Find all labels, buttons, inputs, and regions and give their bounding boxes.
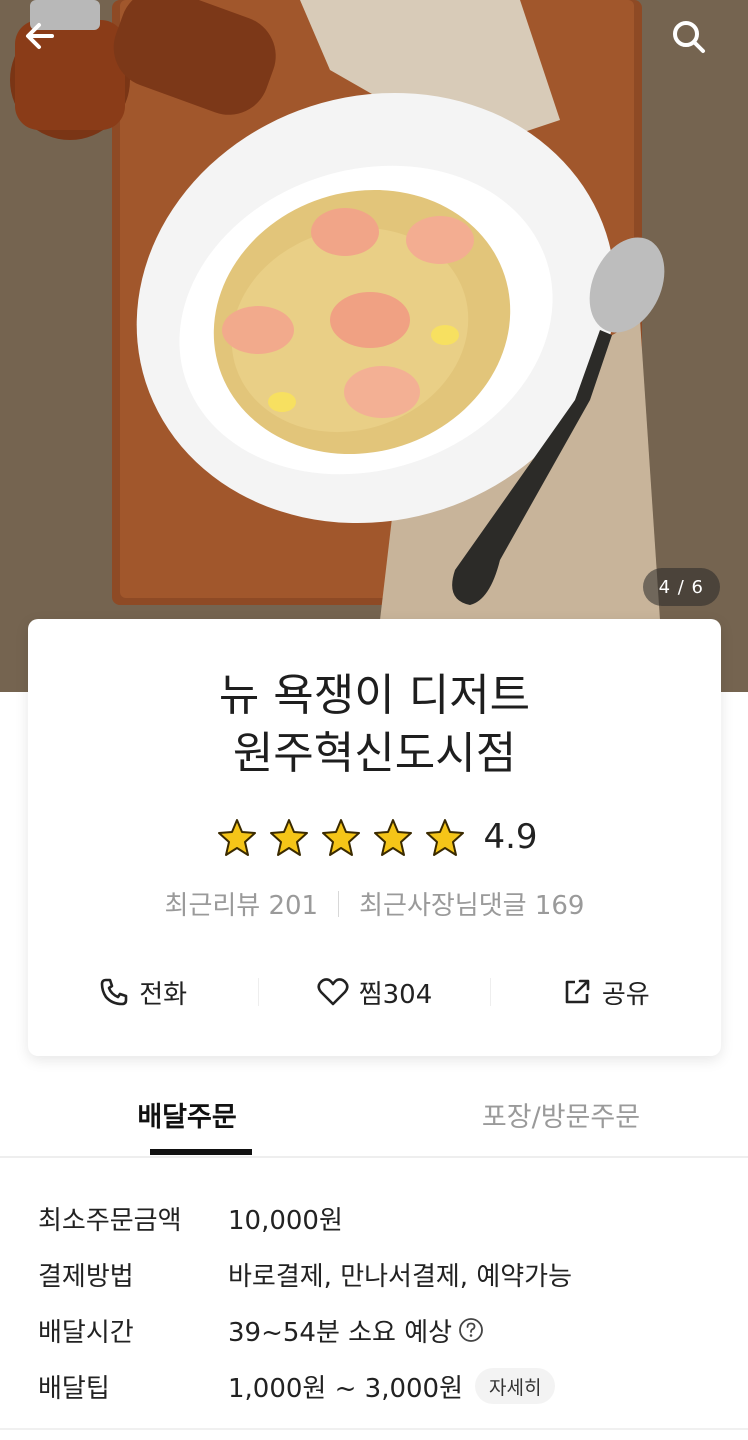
store-photo-carousel[interactable]: 4 / 6 bbox=[0, 0, 748, 692]
phone-icon bbox=[100, 978, 128, 1006]
order-type-tabs: 배달주문 포장/방문주문 bbox=[0, 1090, 748, 1158]
rating-value: 4.9 bbox=[483, 817, 538, 857]
share-icon bbox=[565, 979, 590, 1004]
heart-icon bbox=[317, 978, 349, 1006]
active-tab-indicator bbox=[150, 1149, 252, 1155]
delivery-details: 최소주문금액 10,000원 결제방법 바로결제, 만나서결제, 예약가능 배달… bbox=[38, 1190, 718, 1414]
store-name-line1: 뉴 욕쟁이 디저트 bbox=[218, 670, 531, 721]
fried-rice-photo bbox=[0, 0, 748, 692]
delivery-time-row: 배달시간 39~54분 소요 예상 bbox=[38, 1302, 718, 1358]
call-label: 전화 bbox=[139, 979, 188, 1010]
tab-delivery[interactable]: 배달주문 bbox=[0, 1090, 374, 1156]
favorite-button[interactable]: 찜304 bbox=[259, 974, 489, 1011]
delivery-tip-details-button[interactable]: 자세히 bbox=[475, 1368, 556, 1404]
delivery-time-value-wrap: 39~54분 소요 예상 bbox=[228, 1312, 484, 1349]
store-actions: 전화 찜304 공유 bbox=[28, 969, 721, 1015]
store-name: 뉴 욕쟁이 디저트 원주혁신도시점 bbox=[28, 667, 721, 783]
photo-counter: 4 / 6 bbox=[642, 568, 720, 606]
delivery-tip-row: 배달팁 1,000원 ~ 3,000원 자세히 bbox=[38, 1358, 718, 1414]
star-icon bbox=[218, 819, 257, 856]
search-button[interactable] bbox=[670, 18, 726, 74]
arrow-left-icon bbox=[26, 23, 54, 49]
recent-reviews-link[interactable]: 최근리뷰 201 bbox=[165, 885, 319, 922]
payment-label: 결제방법 bbox=[38, 1261, 134, 1292]
section-divider bbox=[0, 1428, 748, 1440]
store-info-card: 뉴 욕쟁이 디저트 원주혁신도시점 4.9 최근리뷰 201 최근사장님댓글 1… bbox=[28, 619, 721, 1056]
delivery-time-value: 39~54분 소요 예상 bbox=[228, 1317, 453, 1348]
rating-row: 4.9 bbox=[28, 813, 721, 861]
payment-value: 바로결제, 만나서결제, 예약가능 bbox=[228, 1261, 573, 1292]
share-button[interactable]: 공유 bbox=[491, 974, 721, 1011]
delivery-time-label: 배달시간 bbox=[38, 1317, 134, 1348]
payment-row: 결제방법 바로결제, 만나서결제, 예약가능 bbox=[38, 1246, 718, 1302]
review-stats: 최근리뷰 201 최근사장님댓글 169 bbox=[28, 885, 721, 922]
question-circle-icon[interactable] bbox=[458, 1317, 484, 1343]
tab-pickup[interactable]: 포장/방문주문 bbox=[374, 1090, 748, 1156]
delivery-tip-value-wrap: 1,000원 ~ 3,000원 자세히 bbox=[228, 1368, 556, 1405]
delivery-tip-label: 배달팁 bbox=[38, 1373, 110, 1404]
min-order-value: 10,000원 bbox=[228, 1205, 343, 1236]
star-icon bbox=[426, 819, 465, 856]
call-button[interactable]: 전화 bbox=[28, 974, 258, 1011]
divider bbox=[338, 890, 340, 917]
star-icon bbox=[322, 819, 361, 856]
share-label: 공유 bbox=[601, 979, 650, 1010]
star-icon bbox=[270, 819, 309, 856]
favorite-label: 찜304 bbox=[358, 979, 433, 1010]
back-button[interactable] bbox=[22, 18, 78, 74]
search-icon bbox=[673, 21, 705, 53]
store-name-line2: 원주혁신도시점 bbox=[232, 728, 517, 779]
delivery-tip-value: 1,000원 ~ 3,000원 bbox=[228, 1373, 464, 1404]
owner-replies-link[interactable]: 최근사장님댓글 169 bbox=[359, 885, 584, 922]
min-order-label: 최소주문금액 bbox=[38, 1205, 182, 1236]
star-icon bbox=[374, 819, 413, 856]
min-order-row: 최소주문금액 10,000원 bbox=[38, 1190, 718, 1246]
